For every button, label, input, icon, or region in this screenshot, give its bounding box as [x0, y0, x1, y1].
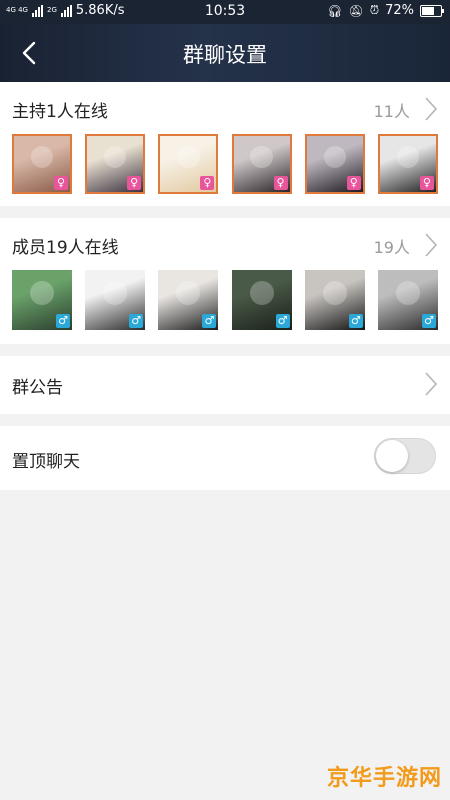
member-avatar[interactable]: ♂ [231, 270, 292, 330]
watermark-logo: 京华手游网 [326, 766, 442, 791]
avatar-photo [250, 146, 273, 169]
male-gender-icon: ♂ [348, 314, 363, 328]
host-avatar-list: ♀ ♀ ♀ ♀ ♀ ♀ [12, 134, 438, 196]
avatar-photo [396, 146, 420, 169]
host-avatar[interactable]: ♀ [158, 134, 219, 194]
avatar-photo [103, 280, 128, 305]
toggle-knob [376, 440, 408, 472]
chevron-right-icon [425, 97, 438, 121]
male-gender-icon: ♂ [56, 314, 70, 328]
male-gender-icon: ♂ [129, 314, 144, 328]
female-gender-icon: ♀ [54, 176, 68, 190]
female-gender-icon: ♀ [346, 176, 361, 190]
members-section: 成员19人在线 19人 ♂ ♂ ♂ ♂ ♂ ♂ [0, 218, 450, 344]
mute-bell-icon: 🔕︎ [348, 3, 364, 18]
pin-chat-label: 置顶聊天 [12, 452, 80, 472]
member-avatar-list: ♂ ♂ ♂ ♂ ♂ ♂ [12, 270, 438, 332]
member-avatar[interactable]: ♂ [158, 270, 219, 330]
female-gender-icon: ♀ [273, 176, 288, 190]
chevron-right-icon [425, 233, 438, 257]
status-bar: 4G 4G 2G 5.86K/s 10:53 🎧︎ 🔕︎ ⏰︎ 72% [0, 0, 450, 24]
status-right: 🎧︎ 🔕︎ ⏰︎ 72% [327, 3, 444, 18]
host-avatar[interactable]: ♀ [12, 134, 72, 194]
host-avatar[interactable]: ♀ [231, 134, 292, 194]
hosts-count: 11人 [373, 102, 410, 121]
host-avatar[interactable]: ♀ [85, 134, 146, 194]
battery-percent: 72% [385, 3, 414, 18]
avatar-photo [30, 146, 54, 169]
avatar-photo [323, 146, 346, 169]
avatar-photo [395, 280, 420, 305]
host-avatar[interactable]: ♀ [304, 134, 365, 194]
avatar-photo [177, 146, 200, 169]
chevron-right-icon [425, 372, 438, 396]
hosts-title: 主持1人在线 [12, 102, 108, 122]
member-avatar[interactable]: ♂ [12, 270, 72, 330]
headset-icon: 🎧︎ [327, 3, 343, 18]
female-gender-icon: ♀ [200, 176, 215, 190]
battery-icon [420, 4, 444, 17]
avatar-photo [249, 280, 274, 305]
avatar-photo [322, 280, 347, 305]
alarm-icon: ⏰︎ [369, 3, 380, 17]
female-gender-icon: ♀ [127, 176, 142, 190]
members-header[interactable]: 成员19人在线 19人 [12, 230, 438, 260]
members-title: 成员19人在线 [12, 238, 119, 258]
pin-chat-toggle[interactable] [374, 438, 436, 474]
hosts-section: 主持1人在线 11人 ♀ ♀ ♀ ♀ ♀ ♀ [0, 82, 450, 206]
member-avatar[interactable]: ♂ [304, 270, 365, 330]
page-title: 群聊设置 [183, 43, 267, 67]
announcement-label: 群公告 [12, 378, 63, 398]
male-gender-icon: ♂ [275, 314, 290, 328]
member-avatar[interactable]: ♂ [85, 270, 146, 330]
battery-fill [422, 6, 435, 15]
members-count: 19人 [373, 238, 410, 257]
nav-bar: 群聊设置 [0, 24, 450, 82]
pin-chat-row: 置顶聊天 [0, 426, 450, 490]
male-gender-icon: ♂ [421, 314, 436, 328]
avatar-photo [176, 280, 201, 305]
hosts-header[interactable]: 主持1人在线 11人 [12, 94, 438, 124]
announcement-row[interactable]: 群公告 [0, 356, 450, 414]
female-gender-icon: ♀ [419, 176, 434, 190]
avatar-photo [30, 280, 54, 305]
member-avatar[interactable]: ♂ [377, 270, 438, 330]
avatar-photo [103, 146, 127, 169]
host-avatar[interactable]: ♀ [377, 134, 438, 194]
male-gender-icon: ♂ [202, 314, 217, 328]
